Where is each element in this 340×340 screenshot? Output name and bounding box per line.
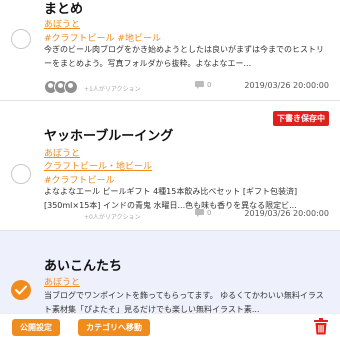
select-radio[interactable] [11, 280, 31, 300]
author-link[interactable]: あぼうと [44, 17, 80, 30]
entry-excerpt: 今ぎのビール肉ブログをかき始めようとしたは良いがまずは今までのヒストリーをまとめ… [44, 45, 324, 68]
author-link[interactable]: あぼうと [44, 146, 80, 159]
avatar [64, 80, 78, 94]
select-radio[interactable] [11, 164, 31, 184]
entry-excerpt: 当ブログでワンポイントを飾ってもらってます。 ゆるくてかわいい無料イラスト素材集… [44, 291, 324, 313]
entry-date: 2019/03/26 20:00:00 [244, 209, 329, 218]
select-radio[interactable] [11, 29, 31, 49]
bottom-toolbar: 公開設定 カテゴリへ移動 [0, 313, 340, 340]
entry-title[interactable]: まとめ [44, 0, 83, 17]
comment-count: 0 [195, 81, 211, 89]
list-item-selected[interactable]: あいこんたち あぼうと 当ブログでワンポイントを飾ってもらってます。 ゆるくてか… [0, 231, 340, 313]
entry-title[interactable]: ヤッホーブルーイング [44, 125, 173, 144]
reaction-count: +1人がリアクション [84, 86, 141, 93]
list-item[interactable]: まとめ あぼうと #クラフトビール #地ビール 今ぎのビール肉ブログをかき始めよ… [0, 0, 340, 98]
comment-icon [195, 209, 204, 217]
comment-icon [195, 81, 204, 89]
publish-settings-button[interactable]: 公開設定 [12, 319, 60, 336]
move-category-button[interactable]: カテゴリへ移動 [78, 319, 150, 336]
entry-date: 2019/03/26 20:00:00 [244, 81, 329, 90]
comment-number: 0 [207, 81, 212, 89]
author-link[interactable]: あぼうと [44, 275, 80, 288]
draft-badge: 下書き保存中 [273, 111, 329, 126]
reaction-count: +0人がリアクション [84, 214, 141, 221]
reaction-avatars [44, 80, 78, 94]
entry-title[interactable]: あいこんたち [44, 255, 122, 274]
category-link[interactable]: クラフトビール・地ビール [44, 159, 152, 172]
list-item[interactable]: 下書き保存中 ヤッホーブルーイング あぼうと クラフトビール・地ビール #クラフ… [0, 101, 340, 229]
trash-icon[interactable] [314, 318, 328, 339]
comment-number: 0 [207, 209, 212, 217]
comment-count: 0 [195, 209, 211, 217]
check-icon [15, 285, 27, 295]
